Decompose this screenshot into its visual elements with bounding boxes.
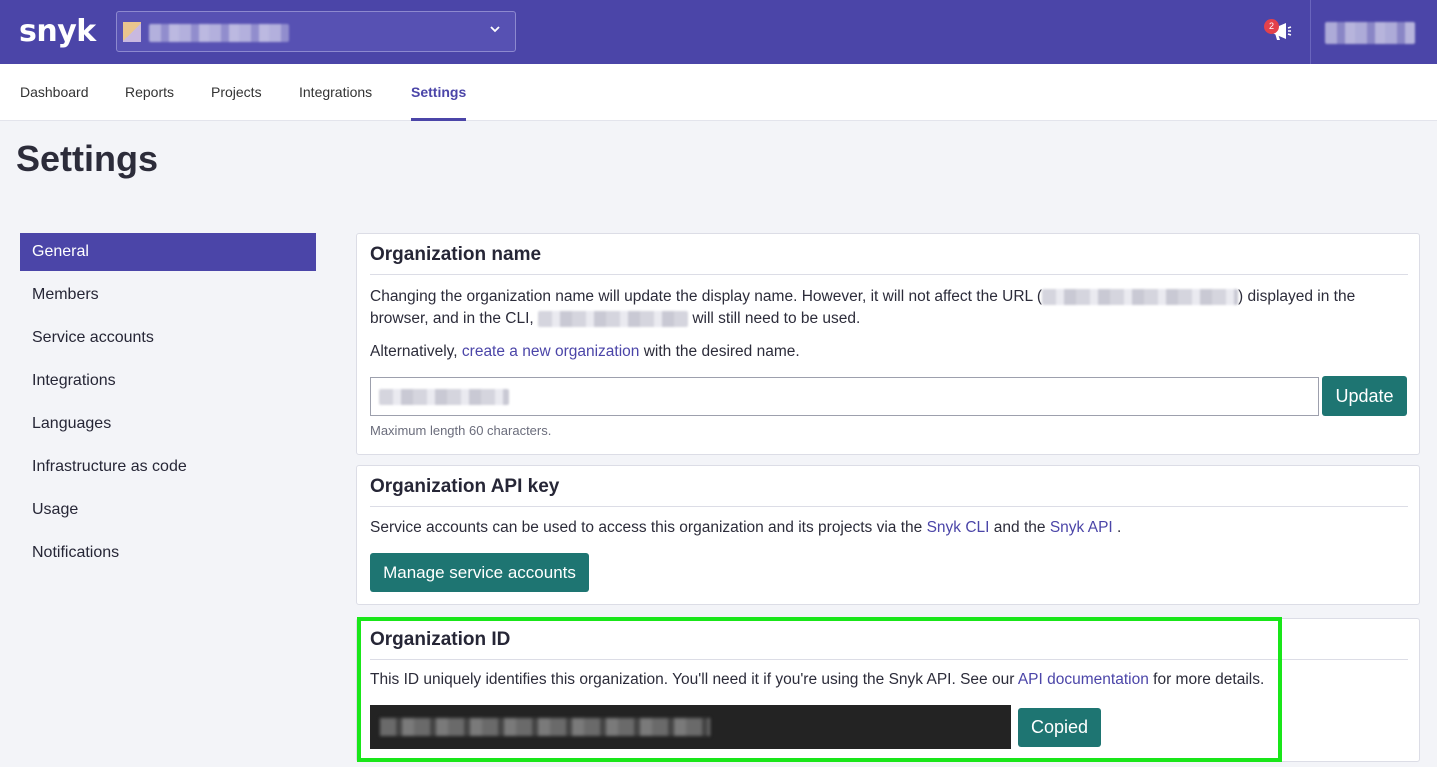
tab-integrations[interactable]: Integrations bbox=[299, 64, 372, 121]
organization-id-card: Organization ID This ID uniquely identif… bbox=[356, 618, 1420, 762]
desc-text: . bbox=[1117, 519, 1122, 536]
divider bbox=[370, 274, 1408, 275]
desc-text: ) displayed in the bbox=[1238, 288, 1356, 305]
alternative-text: Alternatively, create a new organization… bbox=[370, 341, 800, 363]
snyk-api-link[interactable]: Snyk API bbox=[1050, 519, 1113, 536]
divider bbox=[370, 659, 1408, 660]
sidebar-item-infrastructure-as-code[interactable]: Infrastructure as code bbox=[20, 448, 316, 486]
snyk-logo[interactable]: snyk bbox=[19, 14, 96, 49]
organization-id-field[interactable] bbox=[370, 705, 1011, 749]
org-avatar bbox=[123, 22, 141, 42]
tab-reports[interactable]: Reports bbox=[125, 64, 174, 121]
desc-text: with the desired name. bbox=[643, 343, 800, 360]
desc-text: for more details. bbox=[1153, 671, 1265, 688]
card-title: Organization ID bbox=[370, 629, 511, 650]
redacted-cli-name bbox=[538, 310, 689, 327]
max-length-hint: Maximum length 60 characters. bbox=[370, 423, 552, 438]
tab-projects[interactable]: Projects bbox=[211, 64, 262, 121]
sidebar-item-integrations[interactable]: Integrations bbox=[20, 362, 316, 400]
card-title: Organization API key bbox=[370, 476, 560, 497]
sidebar-item-usage[interactable]: Usage bbox=[20, 491, 316, 529]
notification-count-badge: 2 bbox=[1264, 19, 1279, 34]
desc-text: Alternatively, bbox=[370, 343, 458, 360]
copied-button[interactable]: Copied bbox=[1018, 708, 1101, 747]
redacted-org-id bbox=[380, 718, 710, 736]
org-name-description: Changing the organization name will upda… bbox=[370, 286, 1410, 330]
card-title: Organization name bbox=[370, 244, 542, 265]
divider bbox=[370, 506, 1408, 507]
main-nav: Dashboard Reports Projects Integrations … bbox=[0, 64, 1437, 121]
desc-text: browser, and in the CLI, bbox=[370, 310, 534, 327]
desc-text: Changing the organization name will upda… bbox=[370, 288, 1043, 305]
redacted-org-name bbox=[379, 389, 509, 405]
tab-dashboard[interactable]: Dashboard bbox=[20, 64, 89, 121]
manage-service-accounts-button[interactable]: Manage service accounts bbox=[370, 553, 589, 592]
organization-api-key-card: Organization API key Service accounts ca… bbox=[356, 465, 1420, 605]
sidebar-item-service-accounts[interactable]: Service accounts bbox=[20, 319, 316, 357]
redacted-url bbox=[1042, 288, 1239, 305]
sidebar-item-general[interactable]: General bbox=[20, 233, 316, 271]
api-key-description: Service accounts can be used to access t… bbox=[370, 517, 1121, 539]
desc-text: will still need to be used. bbox=[692, 310, 861, 327]
org-id-description: This ID uniquely identifies this organiz… bbox=[370, 669, 1264, 691]
tab-settings[interactable]: Settings bbox=[411, 64, 467, 121]
organization-name-card: Organization name Changing the organizat… bbox=[356, 233, 1420, 455]
user-menu[interactable] bbox=[1325, 22, 1415, 44]
create-organization-link[interactable]: create a new organization bbox=[462, 343, 640, 360]
top-bar: snyk 2 bbox=[0, 0, 1437, 64]
topbar-divider bbox=[1310, 0, 1311, 64]
desc-text: and the bbox=[993, 519, 1046, 536]
sidebar-item-languages[interactable]: Languages bbox=[20, 405, 316, 443]
chevron-down-icon bbox=[489, 22, 501, 38]
sidebar-item-members[interactable]: Members bbox=[20, 276, 316, 314]
desc-text: Service accounts can be used to access t… bbox=[370, 519, 923, 536]
snyk-cli-link[interactable]: Snyk CLI bbox=[927, 519, 990, 536]
sidebar-item-notifications[interactable]: Notifications bbox=[20, 534, 316, 572]
api-documentation-link[interactable]: API documentation bbox=[1018, 671, 1149, 688]
page-title: Settings bbox=[16, 138, 159, 179]
org-name-redacted bbox=[149, 24, 289, 42]
desc-text: This ID uniquely identifies this organiz… bbox=[370, 671, 1015, 688]
organization-name-input[interactable] bbox=[370, 377, 1319, 416]
organization-selector[interactable] bbox=[116, 11, 516, 52]
update-button[interactable]: Update bbox=[1322, 376, 1407, 416]
